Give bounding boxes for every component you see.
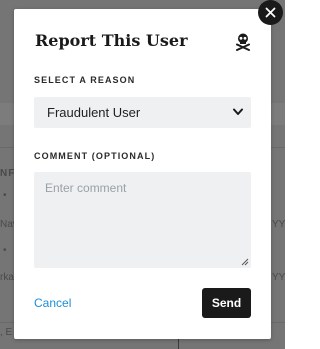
cancel-button[interactable]: Cancel: [34, 296, 71, 310]
background-text: rka: [0, 272, 14, 283]
close-button[interactable]: [258, 0, 283, 25]
dialog-title: Report This User: [35, 31, 188, 50]
background-text: •: [3, 190, 7, 201]
reason-select-value: Fraudulent User: [47, 105, 141, 120]
background-text: •: [3, 245, 7, 256]
background-text: , E: [0, 327, 13, 338]
comment-textarea[interactable]: Enter comment: [34, 172, 251, 268]
comment-placeholder: Enter comment: [45, 181, 127, 195]
background-text: YY: [272, 272, 285, 283]
reason-label: SELECT A REASON: [34, 75, 136, 85]
close-icon: [265, 7, 276, 18]
skull-crossbones-icon: [236, 33, 250, 51]
chevron-down-icon: [233, 108, 243, 115]
background-text: YY: [272, 219, 285, 230]
reason-select[interactable]: Fraudulent User: [34, 97, 251, 128]
send-button[interactable]: Send: [202, 288, 251, 318]
resize-handle-icon[interactable]: [241, 258, 249, 266]
comment-label: COMMENT (OPTIONAL): [34, 151, 156, 161]
report-user-dialog: Report This User SELECT A REASON Fraudul…: [14, 9, 271, 339]
